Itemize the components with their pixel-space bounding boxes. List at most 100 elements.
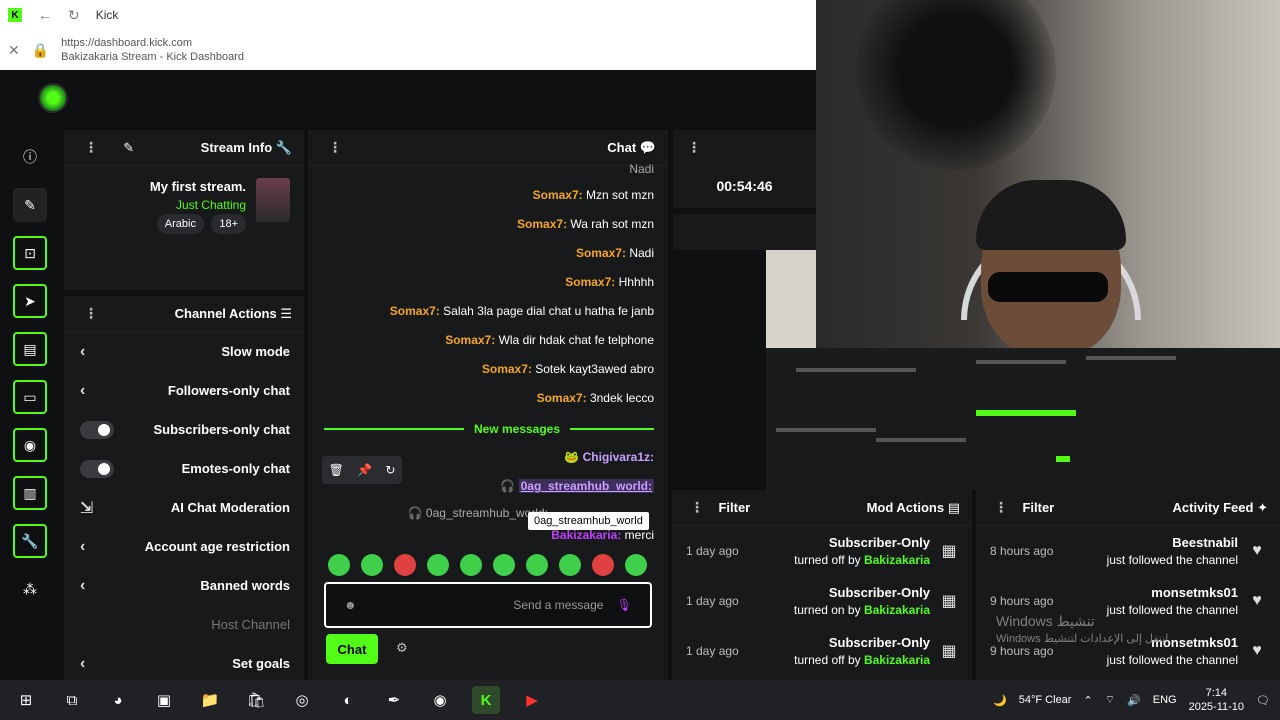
mod-action-item: 1 day ago Subscriber-Only turned off by B… [672, 626, 972, 676]
document-icon: ▤ [947, 499, 960, 515]
channel-actions-header: ⋮ Channel Actions ☰ [64, 296, 304, 332]
chat-message: Nadi [629, 162, 654, 176]
address-bar[interactable]: ✕ 🔒 https://dashboard.kick.com Bakizakar… [0, 30, 816, 70]
pin-icon: ✦ [1257, 499, 1268, 515]
apps-icon[interactable]: ⁂ [13, 572, 47, 606]
emote-icon[interactable] [592, 554, 614, 576]
emote-icon[interactable] [493, 554, 515, 576]
activity-feed-panel: ⋮ Filter Activity Feed ✦ 8 hours ago Bee… [976, 490, 1280, 680]
wifi-icon[interactable]: ⌔ [1105, 693, 1115, 707]
volume-icon[interactable]: 🔊 [1127, 694, 1141, 707]
heart-icon: ♥ [1252, 542, 1262, 559]
pin-icon[interactable]: 📌 [357, 463, 372, 477]
more-icon[interactable]: ⋮ [687, 139, 701, 156]
notification-icon[interactable]: 🗨 [1256, 694, 1270, 707]
left-nav: ⓘ ✎ ⊡ ➤ ▤ ▭ ◉ ▥ 🔧 ⁂ [0, 126, 60, 680]
store-icon[interactable]: 🛍 [242, 686, 270, 714]
info-icon[interactable]: ⓘ [13, 140, 47, 174]
folder-icon[interactable]: 📁 [196, 686, 224, 714]
screen-icon[interactable]: ⊡ [13, 236, 47, 270]
windows-start-icon[interactable]: ⊞ [12, 686, 40, 714]
obs-icon[interactable]: ◉ [426, 686, 454, 714]
more-icon[interactable]: ⋮ [84, 139, 98, 155]
tab-bar: K ← ↻ Kick [0, 0, 816, 30]
banned-words-row[interactable]: ‹ Banned words [64, 566, 304, 605]
tag-arabic: Arabic [156, 214, 204, 234]
url-text[interactable]: https://dashboard.kick.com [61, 36, 244, 50]
stream-category[interactable]: Just Chatting [150, 196, 246, 214]
reply-icon[interactable]: ↻ [385, 463, 395, 477]
chat-message: Somax7: Nadi [575, 246, 654, 260]
emote-icon[interactable] [361, 554, 383, 576]
emote-icon[interactable] [625, 554, 647, 576]
wrench-icon[interactable]: 🔧 [13, 524, 47, 558]
emotes-only-toggle[interactable] [80, 459, 114, 478]
chat-message: Somax7: Hhhhh [565, 275, 654, 289]
youtube-icon[interactable]: ▶ [518, 686, 546, 714]
reload-icon[interactable]: ↻ [68, 7, 80, 24]
host-channel-row[interactable]: Host Channel [64, 605, 304, 644]
chat-message: Somax7: 3ndek lecco [536, 391, 654, 405]
subscribers-only-toggle[interactable] [80, 420, 114, 439]
weather-text[interactable]: 54°F Clear [1019, 694, 1072, 706]
mic-icon[interactable]: 🎙 [617, 598, 632, 612]
emote-icon[interactable] [427, 554, 449, 576]
back-icon[interactable]: ← [38, 7, 52, 23]
clock[interactable]: 7:14 2025-11-10 [1189, 686, 1244, 714]
more-icon[interactable]: ⋮ [328, 139, 342, 156]
broadcast-icon[interactable]: ◉ [13, 428, 47, 462]
set-goals-row[interactable]: ‹ Set goals [64, 644, 304, 683]
more-icon[interactable]: ⋮ [84, 305, 98, 322]
emotes-only-row[interactable]: Emotes-only chat [64, 449, 304, 488]
chat-input[interactable]: ☻ Send a message 🎙 [324, 582, 652, 628]
task-view-icon[interactable]: ⧉ [58, 686, 86, 714]
avatar[interactable] [38, 83, 68, 113]
trash-icon[interactable]: 🗑 [329, 463, 344, 477]
document-icon[interactable]: ▤ [13, 332, 47, 366]
chevron-up-icon[interactable]: ⌃ [1083, 694, 1092, 707]
account-age-row[interactable]: ‹ Account age restriction [64, 527, 304, 566]
category-thumbnail [256, 178, 290, 222]
edit-icon[interactable]: ✎ [13, 188, 47, 222]
chrome-icon[interactable]: ◕ [104, 686, 132, 714]
camera-app-icon[interactable]: ▣ [150, 686, 178, 714]
emote-icon[interactable] [526, 554, 548, 576]
new-messages-divider: New messages [324, 422, 655, 436]
close-icon[interactable]: ✕ [8, 42, 20, 59]
chat-messages: Nadi Somax7: Mzn sot mzn Somax7: Wa rah … [308, 162, 668, 686]
edge-icon[interactable]: ◐ [334, 686, 362, 714]
more-icon[interactable]: ⋮ [994, 499, 1008, 515]
chat-icon[interactable]: ▭ [13, 380, 47, 414]
pen-icon[interactable]: ✒ [380, 686, 408, 714]
screen-capture-preview [766, 250, 1280, 490]
emoji-icon[interactable]: ☻ [344, 598, 357, 612]
discord-icon[interactable]: ◎ [288, 686, 316, 714]
emote-bar [328, 554, 647, 576]
message-actions: 🗑 📌 ↻ [322, 456, 402, 484]
chat-message: 🐸 Chigivara1z: [564, 450, 654, 464]
emote-icon[interactable] [328, 554, 350, 576]
emote-icon: 🐸 [564, 450, 580, 464]
pencil-icon[interactable]: ✎ [123, 140, 134, 155]
kick-app-icon[interactable]: K [472, 686, 500, 714]
chat-message: Somax7: Wa rah sot mzn [517, 217, 654, 231]
ai-moderation-row[interactable]: ⇲ AI Chat Moderation [64, 488, 304, 527]
send-chat-button[interactable]: Chat [326, 634, 378, 664]
browser-chrome: K ← ↻ Kick ✕ 🔒 https://dashboard.kick.co… [0, 0, 816, 70]
pointer-icon[interactable]: ➤ [13, 284, 47, 318]
kick-logo-icon: K [8, 8, 22, 22]
emote-icon[interactable] [460, 554, 482, 576]
language-indicator[interactable]: ENG [1153, 694, 1177, 706]
activity-filter-button[interactable]: Filter [1022, 500, 1054, 515]
emote-icon[interactable] [559, 554, 581, 576]
gift-icon: ▦ [941, 643, 957, 660]
more-icon[interactable]: ⋮ [690, 499, 704, 515]
gear-icon[interactable]: ⚙ [396, 640, 408, 656]
tab-title[interactable]: Kick [96, 8, 119, 22]
followers-only-row[interactable]: ‹ Followers-only chat [64, 371, 304, 410]
mod-filter-button[interactable]: Filter [718, 500, 750, 515]
layout-icon[interactable]: ▥ [13, 476, 47, 510]
emote-icon[interactable] [394, 554, 416, 576]
subscribers-only-row[interactable]: Subscribers-only chat [64, 410, 304, 449]
slow-mode-row[interactable]: ‹ Slow mode [64, 332, 304, 371]
